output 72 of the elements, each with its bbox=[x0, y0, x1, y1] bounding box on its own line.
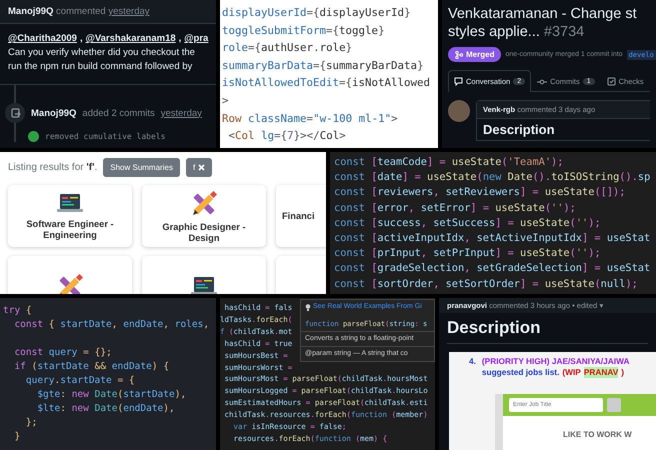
timestamp-link[interactable]: yesterday bbox=[108, 6, 150, 17]
commit-push-icon bbox=[5, 103, 25, 123]
commit-message[interactable]: removed cumulative labels bbox=[45, 132, 166, 141]
code-line: isNotAllowedToEdit={isNotAllowed bbox=[222, 75, 430, 92]
avatar bbox=[448, 100, 470, 122]
code-line: displayUserId={displayUserId} bbox=[222, 5, 411, 21]
pull-request-number: #3734 bbox=[544, 24, 584, 40]
code-line: $lte: new Date(endDate), bbox=[36, 402, 175, 416]
commit-icon bbox=[537, 78, 548, 86]
code-line: const [reviewers, setReviewers] = useState([]); bbox=[334, 185, 626, 200]
mention-link[interactable]: @Varshakaranam18 bbox=[86, 32, 176, 46]
code-line: $gte: new Date(startDate), bbox=[36, 388, 186, 402]
show-summaries-button[interactable]: Show Summaries bbox=[103, 158, 180, 177]
code-line: const [activeInputIdx, setActiveInputIdx] = useStat bbox=[334, 231, 650, 246]
note-text: suggested jobs list. bbox=[482, 367, 560, 378]
code-line: Row className="w-100 ml-1"> bbox=[222, 110, 398, 127]
note-text: (WIP bbox=[562, 367, 581, 378]
speech-bubble-icon bbox=[454, 77, 463, 86]
job-title: Graphic Designer - Design bbox=[161, 222, 247, 244]
list-number: 4. bbox=[469, 356, 476, 368]
separator-text: , bbox=[80, 32, 83, 46]
code-line: role={authUser.role} bbox=[222, 40, 352, 56]
note-text: PRANAV bbox=[584, 367, 618, 378]
comment-text: run the npm run build command followed by bbox=[8, 60, 194, 74]
mention-link[interactable]: @Charitha2009 bbox=[8, 32, 77, 46]
code-line: const [error, setError] = useState(''); bbox=[334, 200, 576, 216]
code-line: const { startDate, endDate, roles, bbox=[13, 318, 210, 332]
code-line: const [teamCode] = useState('TeamA'); bbox=[334, 155, 564, 170]
pull-request-title: Venkataramanan - Change st bbox=[448, 5, 638, 23]
comment-text: Can you verify whether did you checkout the bbox=[8, 46, 196, 60]
code-line: const [sortOrder, setSortOrder] = useState(null); bbox=[334, 276, 638, 292]
code-line: try { bbox=[3, 304, 32, 318]
section-heading: Description bbox=[447, 318, 648, 344]
job-card[interactable]: Software Engineer - Engineering bbox=[8, 185, 132, 247]
mention-link[interactable]: @pra bbox=[184, 32, 208, 46]
note-text: ) bbox=[621, 367, 624, 378]
section-heading: Description bbox=[482, 121, 556, 139]
code-line: toggleSubmitForm={toggle} bbox=[222, 22, 385, 39]
timestamp-link[interactable]: yesterday bbox=[160, 108, 202, 118]
code-line: }; bbox=[24, 416, 38, 430]
code-line: const [gradeSelection, setGradeSelection] = useStat bbox=[334, 261, 650, 276]
code-line: const [date] = useState(new Date().toISOString().sp bbox=[334, 170, 650, 186]
job-card[interactable]: Financi bbox=[276, 185, 326, 247]
job-card[interactable]: Graphic Designer - Design bbox=[142, 185, 266, 247]
job-title: Financi bbox=[282, 210, 315, 222]
banner-text: LIKE TO WORK W bbox=[563, 430, 633, 439]
code-line: summaryBarData={summaryBarData} bbox=[222, 58, 424, 74]
laptop-icon bbox=[189, 275, 219, 294]
code-line: <Col lg={7}></Col> bbox=[228, 128, 346, 144]
code-line: query.startDate = { bbox=[24, 374, 135, 388]
code-line: const [prInput, setPrInput] = useState(''); bbox=[334, 246, 601, 262]
code-line: if (startDate && endDate) { bbox=[13, 360, 170, 374]
event-text: added 2 commits bbox=[82, 108, 155, 118]
checklist-icon bbox=[606, 77, 616, 86]
code-line: const query = {}; bbox=[13, 346, 112, 360]
user-link[interactable]: Manoj99Q bbox=[31, 108, 76, 118]
user-link[interactable]: Manoj99Q bbox=[8, 6, 54, 17]
code-line: const [success, setSuccess] = useState(''); bbox=[334, 216, 601, 231]
code-line: } bbox=[13, 430, 20, 444]
results-text: Listing results for 'f'. bbox=[8, 162, 98, 173]
action-text: commented bbox=[56, 6, 106, 17]
status-badge: Merged bbox=[448, 47, 502, 62]
code-line: > bbox=[222, 92, 229, 109]
avatar bbox=[28, 131, 39, 142]
job-title: Software Engineer - Engineering bbox=[25, 218, 115, 240]
lightbulb-icon bbox=[305, 304, 311, 310]
filter-chip[interactable]: f bbox=[186, 158, 212, 177]
pull-request-title: styles applie... bbox=[448, 24, 540, 40]
merge-icon bbox=[455, 50, 463, 58]
close-icon bbox=[198, 164, 206, 171]
separator-text: , bbox=[178, 32, 182, 46]
note-text: (PRIORITY HIGH) JAE/SANIYA/JAIWA bbox=[482, 356, 630, 367]
